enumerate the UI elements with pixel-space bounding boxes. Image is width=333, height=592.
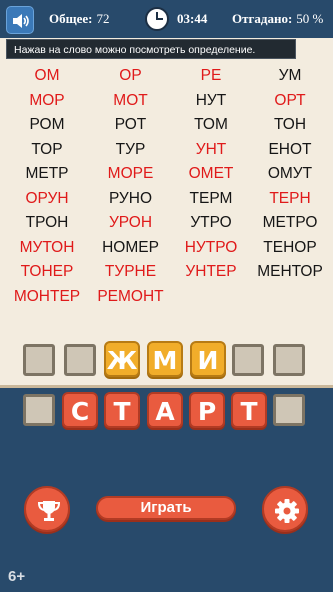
total-label: Общее: <box>49 11 93 26</box>
word-item[interactable]: ТРОН <box>4 211 90 236</box>
word-item[interactable]: МЕНТОР <box>251 260 329 285</box>
word-item[interactable]: РЕМОНТ <box>90 285 171 310</box>
word-item[interactable]: НУТРО <box>171 236 251 261</box>
settings-button[interactable] <box>262 486 308 532</box>
empty-slot <box>64 344 96 376</box>
empty-slot <box>273 344 305 376</box>
letter-tile[interactable]: Р <box>189 392 225 428</box>
age-rating: 6+ <box>8 568 26 585</box>
word-item[interactable]: ЕНОТ <box>251 138 329 163</box>
letter-tile[interactable]: Т <box>104 392 140 428</box>
word-item[interactable]: УРОН <box>90 211 171 236</box>
sound-button[interactable] <box>6 6 34 34</box>
word-item[interactable]: МОР <box>4 89 90 114</box>
word-item[interactable]: ТОНЕР <box>4 260 90 285</box>
word-item[interactable]: ТЕРМ <box>171 187 251 212</box>
word-item[interactable]: МУТОН <box>4 236 90 261</box>
total-value: 72 <box>96 11 110 26</box>
letter-tile[interactable]: Т <box>231 392 267 428</box>
word-item[interactable]: МЕТРО <box>251 211 329 236</box>
word-item[interactable]: УМ <box>251 64 329 89</box>
clock-icon <box>145 7 169 31</box>
total-stat: Общее: 72 <box>49 11 109 27</box>
trophy-icon <box>37 501 61 521</box>
word-item[interactable]: ТЕНОР <box>251 236 329 261</box>
guessed-value: 50 % <box>296 11 324 26</box>
letter-tile[interactable]: А <box>147 392 183 428</box>
empty-slot <box>23 344 55 376</box>
word-list: ОМ ОР РЕ УМ МОР МОТ НУТ ОРТ РОМ РОТ ТОМ ТОН ТОР ТУР УН… <box>4 64 329 309</box>
word-item[interactable]: ТУР <box>90 138 171 163</box>
empty-slot <box>23 394 55 426</box>
word-item[interactable]: ТУРНЕ <box>90 260 171 285</box>
empty-slot <box>232 344 264 376</box>
word-item[interactable]: ТОН <box>251 113 329 138</box>
word-item[interactable]: ТОМ <box>171 113 251 138</box>
guessed-label: Отгадано: <box>232 11 293 26</box>
top-bar: Общее: 72 03:44 Отгадано: 50 % <box>0 0 333 38</box>
word-item[interactable]: РОТ <box>90 113 171 138</box>
timer: 03:44 <box>177 11 208 26</box>
leaderboard-button[interactable] <box>24 486 70 532</box>
input-tile[interactable]: М <box>147 341 183 377</box>
word-item[interactable]: РОМ <box>4 113 90 138</box>
word-item[interactable]: ОМУТ <box>251 162 329 187</box>
word-item[interactable]: УТРО <box>171 211 251 236</box>
word-item[interactable]: РЕ <box>171 64 251 89</box>
gear-icon <box>275 499 299 523</box>
letter-tile[interactable]: С <box>62 392 98 428</box>
word-item[interactable]: МОНТЕР <box>4 285 90 310</box>
word-item[interactable]: ОР <box>90 64 171 89</box>
word-item[interactable]: ОРУН <box>4 187 90 212</box>
word-item[interactable]: ОМ <box>4 64 90 89</box>
hint-toast: Нажав на слово можно посмотреть определе… <box>6 39 296 59</box>
input-tile[interactable]: И <box>190 341 226 377</box>
word-item[interactable]: ТОР <box>4 138 90 163</box>
word-item[interactable]: УНТЕР <box>171 260 251 285</box>
word-item[interactable]: ОРТ <box>251 89 329 114</box>
play-button[interactable]: Играть <box>96 496 236 520</box>
word-item[interactable]: МОРЕ <box>90 162 171 187</box>
word-item[interactable]: НОМЕР <box>90 236 171 261</box>
empty-slot <box>273 394 305 426</box>
word-item[interactable]: УНТ <box>171 138 251 163</box>
word-item[interactable]: МЕТР <box>4 162 90 187</box>
word-item[interactable]: ТЕРН <box>251 187 329 212</box>
word-item[interactable]: ОМЕТ <box>171 162 251 187</box>
speaker-icon <box>13 14 29 28</box>
word-item[interactable]: РУНО <box>90 187 171 212</box>
guessed-stat: Отгадано: 50 % <box>232 11 323 27</box>
input-tile[interactable]: Ж <box>104 341 140 377</box>
word-item[interactable]: МОТ <box>90 89 171 114</box>
word-item[interactable]: НУТ <box>171 89 251 114</box>
